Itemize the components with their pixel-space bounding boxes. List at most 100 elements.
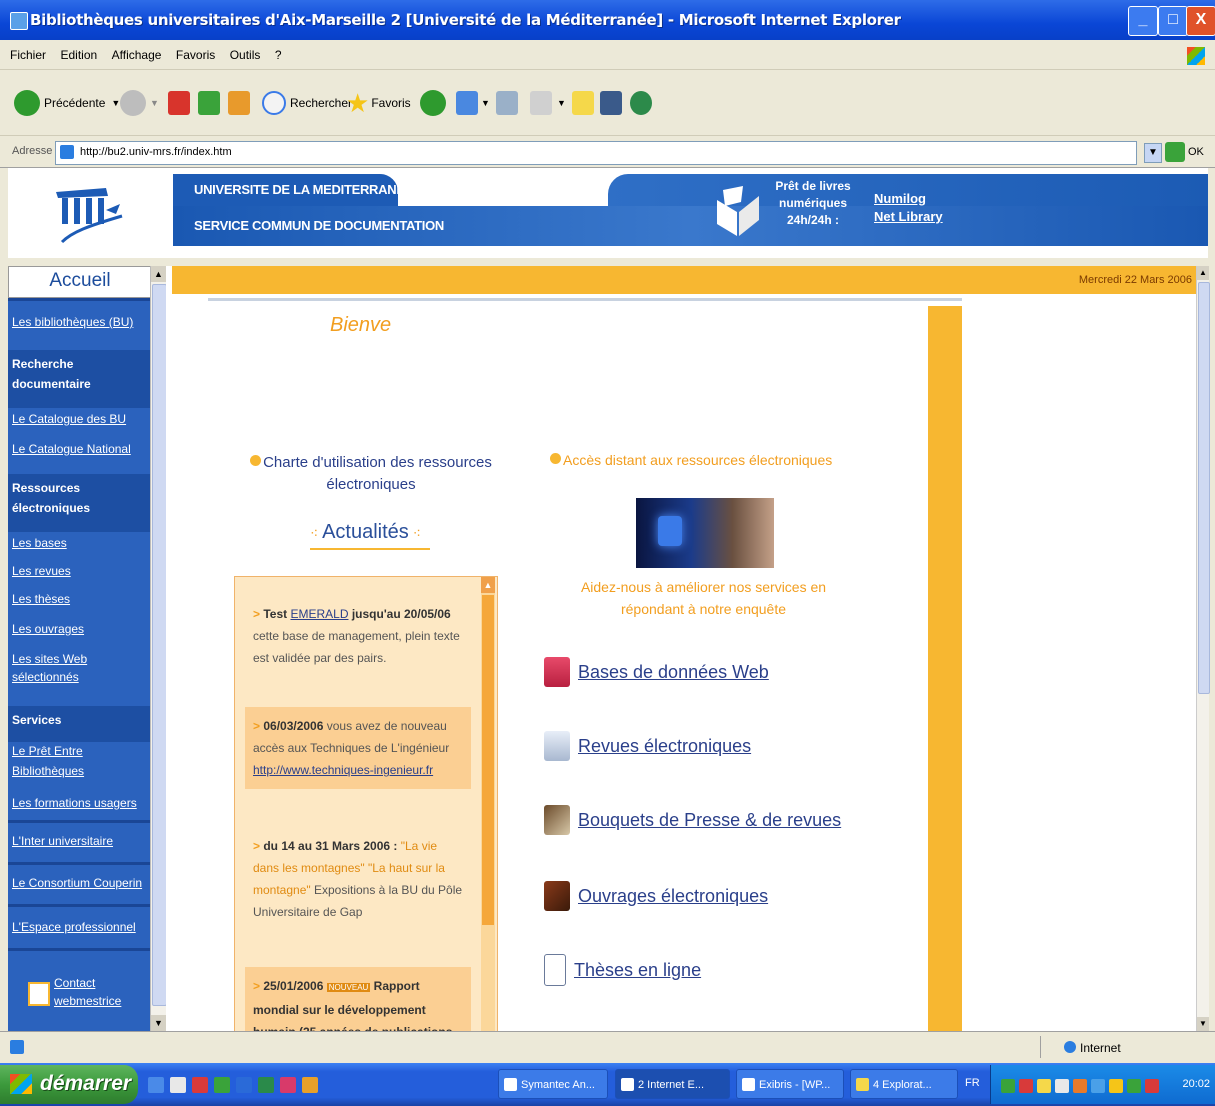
news-scroll-thumb[interactable] bbox=[482, 595, 494, 925]
forward-button[interactable]: ▼ bbox=[120, 88, 159, 118]
nav-sites-web-2[interactable]: sélectionnés bbox=[12, 670, 79, 684]
favorites-button[interactable]: ★ Favoris bbox=[346, 88, 411, 118]
tray-icon[interactable] bbox=[1019, 1079, 1033, 1093]
back-dropdown-icon[interactable]: ▼ bbox=[111, 98, 120, 108]
quicklaunch-icon[interactable] bbox=[258, 1077, 274, 1093]
quicklaunch-icon[interactable] bbox=[280, 1077, 296, 1093]
maximize-button[interactable]: □ bbox=[1158, 6, 1188, 36]
quicklaunch-icon[interactable] bbox=[192, 1077, 208, 1093]
resource-link-bouquets[interactable]: Bouquets de Presse & de revues bbox=[544, 802, 841, 838]
menu-help[interactable]: ? bbox=[275, 48, 282, 62]
tray-icon[interactable] bbox=[1091, 1079, 1105, 1093]
close-button[interactable]: X bbox=[1186, 6, 1215, 36]
start-button[interactable]: démarrer bbox=[0, 1065, 138, 1104]
resource-link-theses[interactable]: Thèses en ligne bbox=[544, 952, 701, 988]
quicklaunch-icon[interactable] bbox=[214, 1077, 230, 1093]
clock[interactable]: 20:02 bbox=[1182, 1078, 1210, 1090]
main-scrollbar[interactable]: ▲ ▼ bbox=[1196, 266, 1210, 1031]
resource-link-revues[interactable]: Revues électroniques bbox=[544, 728, 751, 764]
tray-icon[interactable] bbox=[1109, 1079, 1123, 1093]
scroll-down-arrow-icon[interactable]: ▼ bbox=[1197, 1017, 1209, 1031]
main-scroll-thumb[interactable] bbox=[1198, 282, 1210, 694]
print-button[interactable] bbox=[496, 88, 518, 118]
tray-icon[interactable] bbox=[1037, 1079, 1051, 1093]
menu-favoris[interactable]: Favoris bbox=[176, 48, 215, 62]
refresh-button[interactable] bbox=[198, 88, 220, 118]
go-arrow-icon[interactable] bbox=[1165, 142, 1185, 162]
nav-pret-entre-2[interactable]: Bibliothèques bbox=[12, 764, 84, 778]
notes-button[interactable] bbox=[572, 88, 594, 118]
nav-catalogue-national[interactable]: Le Catalogue National bbox=[12, 442, 131, 456]
scroll-up-arrow-icon[interactable]: ▲ bbox=[481, 577, 495, 593]
nav-espace-pro[interactable]: L'Espace professionnel bbox=[12, 920, 136, 934]
mail-button[interactable]: ▼ bbox=[456, 88, 490, 118]
minimize-button[interactable]: _ bbox=[1128, 6, 1158, 36]
task-symantec[interactable]: Symantec An... bbox=[498, 1069, 608, 1099]
nav-scrollbar[interactable]: ▲ ▼ bbox=[150, 266, 167, 1031]
edit-button[interactable]: ▼ bbox=[530, 88, 566, 118]
forward-dropdown-icon[interactable]: ▼ bbox=[150, 98, 159, 108]
task-explorer[interactable]: 4 Explorat... bbox=[850, 1069, 958, 1099]
acces-distant-link[interactable]: Accès distant aux ressources électroniqu… bbox=[550, 452, 832, 468]
quicklaunch-icon[interactable] bbox=[302, 1077, 318, 1093]
tray-icon[interactable] bbox=[1127, 1079, 1141, 1093]
menu-fichier[interactable]: Fichier bbox=[10, 48, 46, 62]
task-internet-explorer[interactable]: 2 Internet E... bbox=[615, 1069, 730, 1099]
go-label[interactable]: OK bbox=[1188, 146, 1204, 158]
quicklaunch-ie-icon[interactable] bbox=[148, 1077, 164, 1093]
mail-dropdown-icon[interactable]: ▼ bbox=[481, 98, 490, 108]
nav-pret-entre-1[interactable]: Le Prêt Entre bbox=[12, 744, 83, 758]
tray-icon[interactable] bbox=[1001, 1079, 1015, 1093]
nav-revues[interactable]: Les revues bbox=[12, 564, 71, 578]
quicklaunch-icon[interactable] bbox=[170, 1077, 186, 1093]
netlibrary-link[interactable]: Net Library bbox=[874, 208, 943, 226]
tray-icon[interactable] bbox=[1055, 1079, 1069, 1093]
url-input[interactable]: http://bu2.univ-mrs.fr/index.htm bbox=[55, 141, 1137, 165]
news-scrollbar[interactable]: ▲ bbox=[481, 577, 495, 1032]
nav-contact-2[interactable]: webmestrice bbox=[54, 994, 121, 1008]
nav-inter-universitaire[interactable]: L'Inter universitaire bbox=[12, 834, 113, 848]
scroll-up-arrow-icon[interactable]: ▲ bbox=[1197, 266, 1209, 280]
university-logo-icon[interactable] bbox=[48, 182, 128, 246]
back-button[interactable]: Précédente ▼ bbox=[14, 88, 120, 118]
search-button[interactable]: Rechercher bbox=[262, 88, 352, 118]
scroll-down-arrow-icon[interactable]: ▼ bbox=[151, 1015, 166, 1031]
survey-link[interactable]: Aidez-nous à améliorer nos services en r… bbox=[556, 576, 851, 620]
stop-button[interactable] bbox=[168, 88, 190, 118]
messenger-button[interactable] bbox=[630, 88, 652, 118]
nav-formations[interactable]: Les formations usagers bbox=[12, 796, 137, 810]
menu-affichage[interactable]: Affichage bbox=[112, 48, 162, 62]
nav-sites-web-1[interactable]: Les sites Web bbox=[12, 652, 87, 666]
news-link[interactable]: http://www.techniques-ingenieur.fr bbox=[253, 763, 433, 777]
scroll-up-arrow-icon[interactable]: ▲ bbox=[151, 266, 166, 282]
nav-contact-1[interactable]: Contact bbox=[54, 976, 95, 990]
window-titlebar[interactable]: Bibliothèques universitaires d'Aix-Marse… bbox=[0, 0, 1215, 40]
contact-mail-icon[interactable] bbox=[28, 982, 50, 1006]
resource-link-bases[interactable]: Bases de données Web bbox=[544, 654, 769, 690]
nav-home[interactable]: Accueil bbox=[8, 266, 152, 298]
charte-link[interactable]: Charte d'utilisation des ressources élec… bbox=[241, 452, 501, 496]
task-exlibris[interactable]: Exibris - [WP... bbox=[736, 1069, 844, 1099]
nav-catalogue-bu[interactable]: Le Catalogue des BU bbox=[12, 412, 126, 426]
news-link[interactable]: EMERALD bbox=[290, 607, 348, 621]
menu-outils[interactable]: Outils bbox=[230, 48, 261, 62]
numilog-link[interactable]: Numilog bbox=[874, 190, 943, 208]
language-indicator[interactable]: FR bbox=[965, 1077, 980, 1089]
menu-edition[interactable]: Edition bbox=[60, 48, 97, 62]
nav-bibliotheques[interactable]: Les bibliothèques (BU) bbox=[12, 315, 133, 329]
nav-bases[interactable]: Les bases bbox=[12, 536, 67, 550]
nav-consortium[interactable]: Le Consortium Couperin bbox=[12, 876, 142, 890]
edit-dropdown-icon[interactable]: ▼ bbox=[557, 98, 566, 108]
nav-theses[interactable]: Les thèses bbox=[12, 592, 70, 606]
research-button[interactable] bbox=[600, 88, 622, 118]
nav-ouvrages[interactable]: Les ouvrages bbox=[12, 622, 84, 636]
resource-link-ouvrages[interactable]: Ouvrages électroniques bbox=[544, 878, 768, 914]
quicklaunch-icon[interactable] bbox=[236, 1077, 252, 1093]
survey-photo[interactable] bbox=[636, 498, 774, 568]
tray-icon[interactable] bbox=[1145, 1079, 1159, 1093]
nav-scroll-thumb[interactable] bbox=[152, 284, 167, 1006]
home-button[interactable] bbox=[228, 88, 250, 118]
address-dropdown-button[interactable]: ▼ bbox=[1144, 143, 1162, 163]
history-button[interactable] bbox=[420, 88, 450, 118]
tray-icon[interactable] bbox=[1073, 1079, 1087, 1093]
